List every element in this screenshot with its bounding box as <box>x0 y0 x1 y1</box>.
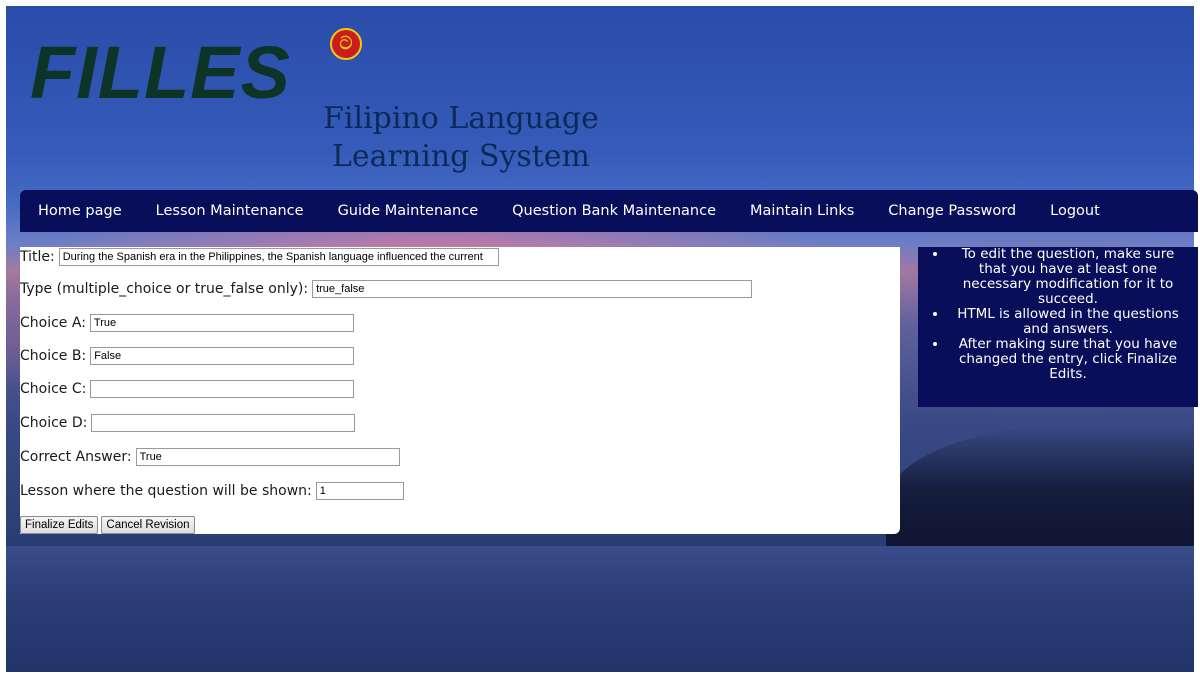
choice-d-label: Choice D: <box>20 415 88 431</box>
logo-subtitle-line1: Filipino Language <box>323 101 599 136</box>
lesson-label: Lesson where the question will be shown: <box>20 483 312 499</box>
correct-answer-input[interactable] <box>135 448 400 466</box>
help-list: To edit the question, make sure that you… <box>934 247 1188 382</box>
type-label: Type (multiple_choice or true_false only… <box>20 281 309 297</box>
type-row: Type (multiple_choice or true_false only… <box>20 280 753 298</box>
help-item: After making sure that you have changed … <box>948 337 1188 382</box>
help-panel: To edit the question, make sure that you… <box>918 247 1198 407</box>
nav-logout[interactable]: Logout <box>1033 203 1117 219</box>
logo-title: FILLES <box>30 31 291 114</box>
title-row: Title: <box>20 248 499 266</box>
choice-a-label: Choice A: <box>20 315 86 331</box>
main-nav: Home page Lesson Maintenance Guide Maint… <box>20 190 1198 232</box>
sea <box>6 546 1194 672</box>
nav-maintain-links[interactable]: Maintain Links <box>733 203 871 219</box>
choice-a-row: Choice A: <box>20 314 354 332</box>
choice-b-input[interactable] <box>90 347 355 365</box>
lesson-row: Lesson where the question will be shown: <box>20 482 404 500</box>
lesson-input[interactable] <box>315 482 404 500</box>
choice-c-row: Choice C: <box>20 380 355 398</box>
choice-b-row: Choice B: <box>20 347 355 365</box>
choice-d-input[interactable] <box>91 414 356 432</box>
logo-subtitle-line2: Learning System <box>331 139 591 174</box>
help-item: To edit the question, make sure that you… <box>948 247 1188 307</box>
title-label: Title: <box>20 249 55 265</box>
choice-c-label: Choice C: <box>20 381 87 397</box>
title-input[interactable] <box>58 248 499 266</box>
logo-subtitle: Filipino Language Learning System <box>316 100 606 176</box>
nav-home-page[interactable]: Home page <box>20 203 139 219</box>
nav-guide-maintenance[interactable]: Guide Maintenance <box>321 203 496 219</box>
nav-lesson-maintenance[interactable]: Lesson Maintenance <box>139 203 321 219</box>
choice-c-input[interactable] <box>90 380 355 398</box>
help-item: HTML is allowed in the questions and ans… <box>948 307 1188 337</box>
form-actions: Finalize Edits Cancel Revision <box>20 516 198 534</box>
correct-answer-row: Correct Answer: <box>20 448 400 466</box>
correct-answer-label: Correct Answer: <box>20 449 132 465</box>
red-seal-icon: ට <box>330 28 362 60</box>
edit-question-form: Title: Type (multiple_choice or true_fal… <box>20 247 900 534</box>
rock-silhouette <box>886 426 1194 556</box>
finalize-edits-button[interactable]: Finalize Edits <box>20 516 99 534</box>
nav-change-password[interactable]: Change Password <box>871 203 1033 219</box>
cancel-revision-button[interactable]: Cancel Revision <box>101 516 195 534</box>
choice-a-input[interactable] <box>89 314 354 332</box>
nav-question-bank-maintenance[interactable]: Question Bank Maintenance <box>495 203 733 219</box>
type-input[interactable] <box>312 280 753 298</box>
choice-d-row: Choice D: <box>20 414 356 432</box>
choice-b-label: Choice B: <box>20 348 87 364</box>
